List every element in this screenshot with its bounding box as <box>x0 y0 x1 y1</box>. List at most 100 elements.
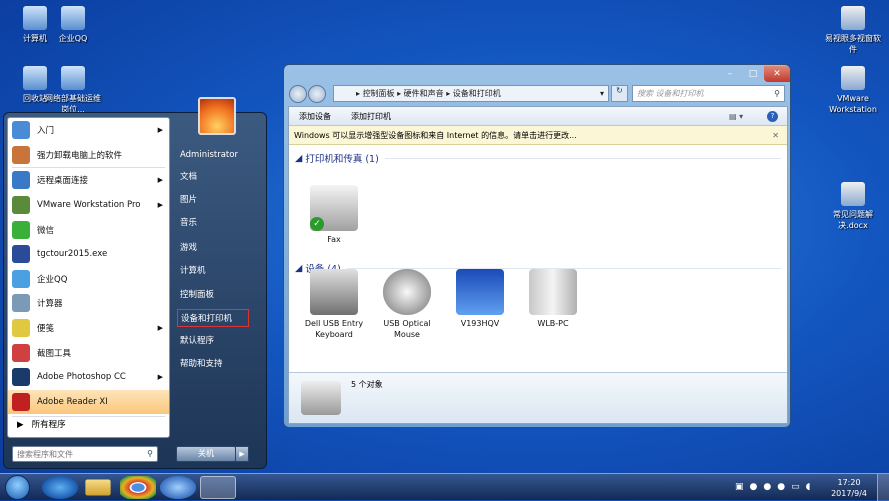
close-icon[interactable]: ✕ <box>772 126 779 145</box>
minimize-button[interactable]: – <box>718 66 742 82</box>
user-avatar[interactable] <box>198 97 236 135</box>
start-right-item[interactable]: 控制面板 <box>177 286 249 304</box>
start-button[interactable] <box>5 475 30 500</box>
start-search-input[interactable]: 搜索程序和文件 ⚲ <box>12 446 158 462</box>
word-file-icon <box>841 182 865 206</box>
start-right-item[interactable]: 计算机 <box>177 262 249 280</box>
start-program-item[interactable]: 便笺 ▶ <box>8 316 169 341</box>
show-desktop-button[interactable] <box>877 474 889 501</box>
back-button[interactable] <box>289 85 307 103</box>
start-program-item[interactable]: tgctour2015.exe <box>8 242 169 267</box>
system-tray-icons[interactable]: ▣●●●▭◖ <box>735 482 816 492</box>
start-program-item[interactable]: 计算器 <box>8 291 169 316</box>
fax-icon: ✓ <box>310 185 358 231</box>
desktop-icon[interactable]: 常见问题解决.docx <box>823 182 883 231</box>
start-program-item[interactable]: Adobe Photoshop CC ▶ <box>8 365 169 390</box>
program-icon <box>12 121 30 140</box>
desktop-icon-label: VMware Workstation <box>829 94 877 114</box>
printer-camera-icon <box>301 381 341 415</box>
start-program-item[interactable]: Adobe Reader XI <box>8 389 169 415</box>
shutdown-options-button[interactable]: ▶ <box>235 446 249 462</box>
window-search-input[interactable]: 搜索 设备和打印机 ⚲ <box>632 85 785 102</box>
program-label: 计算器 <box>37 299 63 310</box>
taskbar-ie-icon[interactable] <box>42 476 78 499</box>
start-right-item[interactable]: 帮助和支持 <box>177 355 249 373</box>
breadcrumb-item[interactable]: 控制面板 <box>363 89 395 98</box>
program-label: 企业QQ <box>37 274 68 285</box>
program-label: 强力卸载电脑上的软件 <box>37 150 123 161</box>
program-icon <box>12 220 30 239</box>
device-group-header[interactable]: ◢ 打印机和传真 (1) <box>289 151 787 165</box>
start-right-item[interactable]: 默认程序 <box>177 332 249 350</box>
start-right-item[interactable]: 图片 <box>177 191 249 209</box>
device-item[interactable]: USB Optical Mouse <box>374 269 440 340</box>
shutdown-button[interactable]: 关机 <box>176 446 236 462</box>
desktop-icon[interactable]: 易视眼多视窗软件 <box>823 6 883 55</box>
start-right-item[interactable]: 音乐 <box>177 214 249 232</box>
breadcrumb-item[interactable]: 设备和打印机 <box>453 89 501 98</box>
start-right-item[interactable]: 游戏 <box>177 239 249 257</box>
info-bar[interactable]: Windows 可以显示增强型设备图标和来自 Internet 的信息。请单击进… <box>289 126 787 145</box>
desktop-icon[interactable]: VMware Workstation <box>823 66 883 115</box>
devices-and-printers-window: – □ ✕ ▸ 控制面板 ▸ 硬件和声音 ▸ 设备和打印机 ▾ ↻ 搜索 设备和… <box>283 64 791 428</box>
taskbar-chrome-icon[interactable] <box>120 476 156 499</box>
program-label: 便笺 <box>37 324 55 335</box>
start-program-item[interactable]: 远程桌面连接 ▶ <box>8 168 169 193</box>
start-program-item[interactable]: 微信 <box>8 217 169 242</box>
chevron-down-icon[interactable]: ▾ <box>600 86 604 101</box>
desktop-icon[interactable]: 网络部基础运维岗位... <box>43 66 103 115</box>
start-right-item[interactable]: 文档 <box>177 168 249 186</box>
help-icon[interactable]: ? <box>767 111 778 122</box>
computer-tower-icon <box>529 269 577 315</box>
start-right-item[interactable]: Administrator <box>177 146 249 164</box>
device-item[interactable]: V193HQV <box>447 269 513 329</box>
default-check-icon: ✓ <box>310 217 324 231</box>
program-label: Adobe Photoshop CC <box>37 372 126 383</box>
clock[interactable]: 17:20 2017/9/4 <box>831 477 867 499</box>
all-programs-button[interactable]: ▶ 所有程序 <box>11 418 66 430</box>
breadcrumb-item[interactable]: 硬件和声音 <box>404 89 444 98</box>
search-placeholder: 搜索 设备和打印机 <box>637 89 704 98</box>
device-item[interactable]: WLB-PC <box>520 269 586 329</box>
app-icon <box>841 6 865 30</box>
start-program-item[interactable]: 截图工具 <box>8 340 169 365</box>
taskbar-explorer-icon[interactable] <box>85 479 111 496</box>
start-program-item[interactable]: 强力卸载电脑上的软件 <box>8 143 169 168</box>
all-programs-label: 所有程序 <box>31 420 66 430</box>
chevron-right-icon: ▶ <box>157 324 163 333</box>
add-printer-button[interactable]: 添加打印机 <box>351 107 391 126</box>
qq-icon <box>61 6 85 30</box>
taskbar: ▣●●●▭◖ 17:20 2017/9/4 <box>0 473 889 501</box>
taskbar-devices-window[interactable] <box>200 476 236 499</box>
forward-button[interactable] <box>308 85 326 103</box>
object-count: 5 个对象 <box>351 380 383 389</box>
program-icon <box>12 145 30 164</box>
device-item[interactable]: ✓ Fax <box>301 185 367 245</box>
chevron-right-icon: ▶ <box>157 373 163 382</box>
mouse-icon <box>383 269 431 315</box>
program-label: 入门 <box>37 126 55 137</box>
vmware-icon <box>841 66 865 90</box>
start-program-item[interactable]: 企业QQ <box>8 267 169 292</box>
start-menu: 入门 ▶ 强力卸载电脑上的软件 远程桌面连接 ▶ VMware Workstation P… <box>3 112 267 469</box>
add-device-button[interactable]: 添加设备 <box>299 107 331 126</box>
view-options-button[interactable]: ▤ ▾ <box>729 107 743 126</box>
program-icon <box>12 368 30 387</box>
excel-file-icon <box>61 66 85 90</box>
device-item[interactable]: Dell USB Entry Keyboard <box>301 269 367 340</box>
device-name: Dell USB Entry Keyboard <box>304 319 364 339</box>
collapse-icon[interactable]: ◢ <box>295 153 305 164</box>
desktop-icon[interactable]: 企业QQ <box>43 6 103 44</box>
start-right-item[interactable]: 设备和打印机 <box>177 309 249 327</box>
close-button[interactable]: ✕ <box>764 66 790 82</box>
refresh-button[interactable]: ↻ <box>611 85 628 102</box>
shutdown-label: 关机 <box>198 449 214 458</box>
program-icon <box>12 343 30 362</box>
start-program-item[interactable]: 入门 ▶ <box>8 118 169 143</box>
programs-pane: 入门 ▶ 强力卸载电脑上的软件 远程桌面连接 ▶ VMware Workstation P… <box>7 117 170 438</box>
maximize-button[interactable]: □ <box>742 66 764 82</box>
start-program-item[interactable]: VMware Workstation Pro ▶ <box>8 193 169 218</box>
device-name: WLB-PC <box>537 319 569 328</box>
address-bar[interactable]: ▸ 控制面板 ▸ 硬件和声音 ▸ 设备和打印机 ▾ <box>333 85 609 102</box>
taskbar-qq-icon[interactable] <box>160 476 196 499</box>
